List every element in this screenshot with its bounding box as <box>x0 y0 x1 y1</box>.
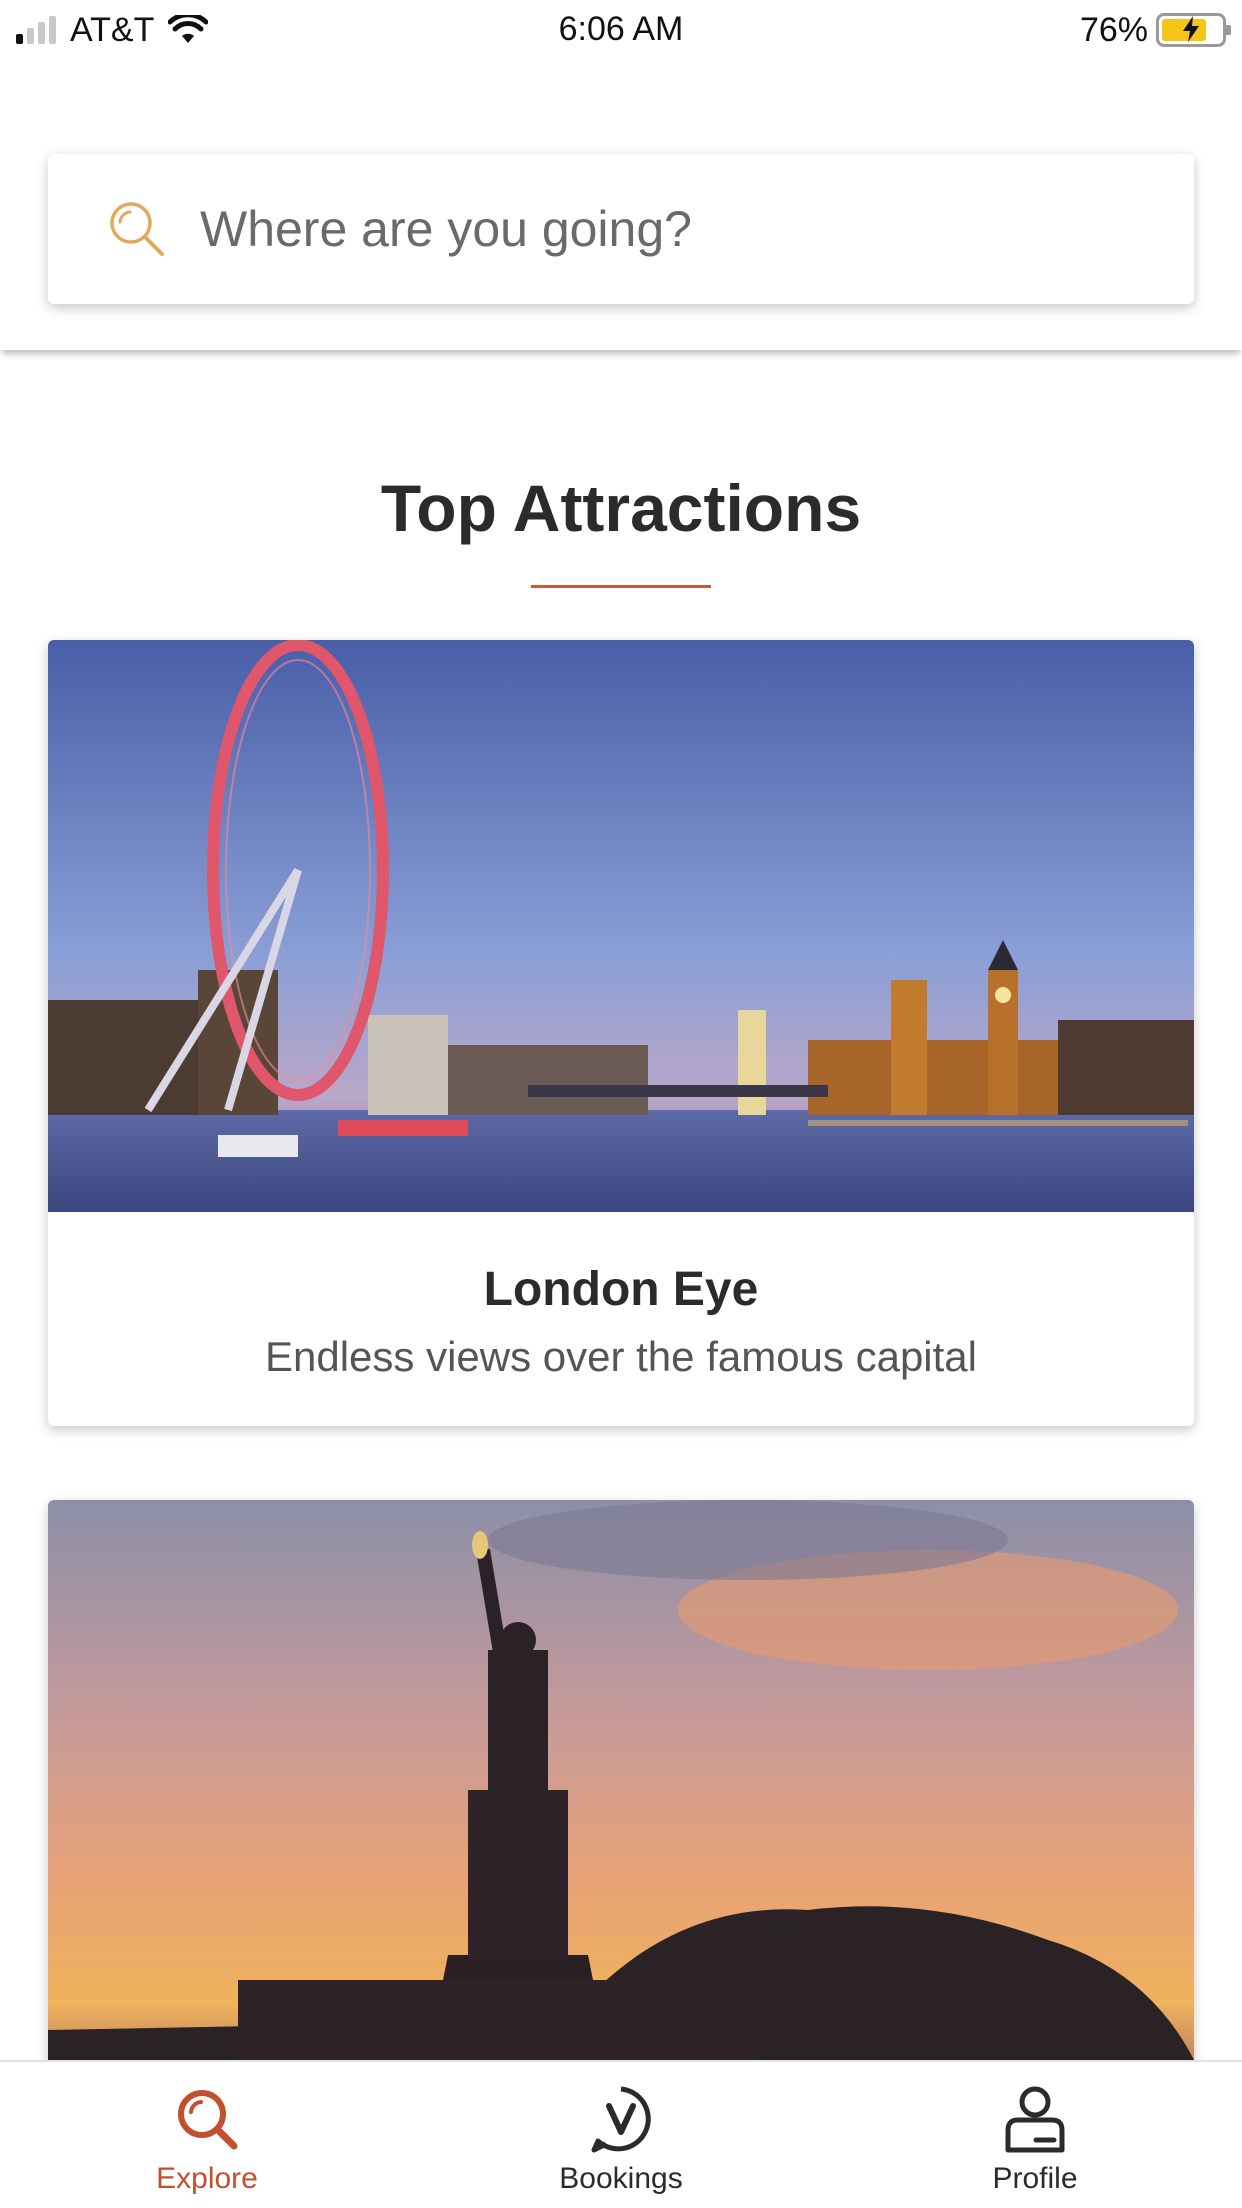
tab-bookings[interactable]: Bookings <box>414 2062 828 2208</box>
search-icon <box>110 202 164 256</box>
battery-percent: 76% <box>1079 10 1148 49</box>
attraction-image-london-eye <box>48 640 1194 1212</box>
attraction-card-london-eye[interactable]: London Eye Endless views over the famous… <box>48 640 1194 1426</box>
search-bar[interactable] <box>48 154 1194 304</box>
carrier-name: AT&T <box>70 10 155 49</box>
tab-label: Bookings <box>559 2162 683 2195</box>
battery-icon <box>1156 13 1231 47</box>
status-bar: AT&T 6:06 AM 76% <box>0 0 1242 60</box>
tab-profile[interactable]: Profile <box>828 2062 1242 2208</box>
section-title: Top Attractions <box>380 471 862 545</box>
wifi-icon <box>168 15 209 43</box>
attraction-title: London Eye <box>483 1263 759 1316</box>
signal-strength-icon <box>16 16 56 44</box>
search-icon <box>178 2090 238 2150</box>
tab-label: Explore <box>156 2162 258 2195</box>
profile-icon <box>1005 2086 1065 2153</box>
title-underline <box>531 585 711 588</box>
attraction-subtitle: Endless views over the famous capital <box>264 1333 977 1380</box>
bottom-tab-bar: Explore Bookings Profile <box>0 2060 1242 2208</box>
search-input[interactable] <box>200 200 1100 258</box>
tab-label: Profile <box>992 2162 1078 2195</box>
search-header <box>0 60 1242 350</box>
tab-explore[interactable]: Explore <box>0 2062 414 2208</box>
bookings-v-icon <box>591 2086 651 2153</box>
